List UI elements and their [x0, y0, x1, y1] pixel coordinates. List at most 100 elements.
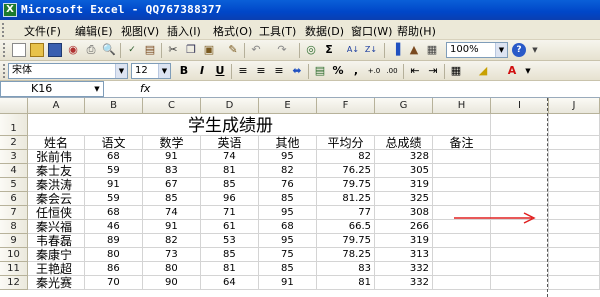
score-cell[interactable]: 91	[85, 178, 143, 192]
font-size-dropdown-icon[interactable]: ▼	[158, 64, 170, 78]
chart-wizard-icon[interactable]: ▐	[389, 43, 403, 57]
score-cell[interactable]: 85	[143, 192, 201, 206]
score-cell[interactable]: 81	[201, 164, 259, 178]
row-header-3[interactable]: 3	[0, 150, 28, 164]
cell[interactable]	[549, 276, 600, 290]
score-cell[interactable]: 305	[375, 164, 433, 178]
score-cell[interactable]: 328	[375, 150, 433, 164]
sort-descending-icon[interactable]: Z↓	[364, 43, 378, 57]
score-cell[interactable]: 53	[201, 234, 259, 248]
help-icon[interactable]: ?	[512, 43, 526, 57]
cell[interactable]	[549, 262, 600, 276]
font-color-icon[interactable]: A	[505, 64, 519, 78]
merge-center-icon[interactable]: ⬌	[290, 64, 304, 78]
cell[interactable]	[549, 220, 600, 234]
copy-icon[interactable]: ❐	[184, 43, 198, 57]
score-cell[interactable]: 79.75	[317, 178, 375, 192]
score-cell[interactable]: 313	[375, 248, 433, 262]
score-cell[interactable]: 80	[143, 262, 201, 276]
underline-button[interactable]: U	[213, 64, 227, 78]
column-header-b[interactable]: B	[85, 98, 143, 114]
cell[interactable]	[491, 262, 549, 276]
menu-view[interactable]: 视图(V)	[121, 23, 159, 39]
score-cell[interactable]: 59	[85, 164, 143, 178]
score-cell[interactable]: 66.5	[317, 220, 375, 234]
decrease-decimal-icon[interactable]: .00	[385, 64, 399, 78]
score-cell[interactable]: 91	[259, 276, 317, 290]
new-icon[interactable]	[12, 43, 26, 57]
menu-insert[interactable]: 插入(I)	[167, 23, 201, 39]
score-cell[interactable]: 91	[143, 150, 201, 164]
comma-button[interactable]: ,	[349, 64, 363, 78]
student-name-cell[interactable]: 秦洪涛	[28, 178, 85, 192]
worksheet-grid[interactable]: ABCDEFGHIJ 1 2 3 4 5 6 7 8 9 10 11 12 学生成绩册 姓名 语文 数学 英语…	[0, 98, 600, 297]
cell[interactable]	[549, 136, 600, 150]
cell[interactable]	[491, 136, 549, 150]
increase-indent-icon[interactable]: ⇥	[426, 64, 440, 78]
student-name-cell[interactable]: 张前伟	[28, 150, 85, 164]
row-header-5[interactable]: 5	[0, 178, 28, 192]
cell[interactable]	[549, 178, 600, 192]
cut-icon[interactable]: ✂	[166, 43, 180, 57]
toolbar-grip-icon[interactable]	[3, 64, 7, 78]
score-cell[interactable]: 83	[143, 164, 201, 178]
cell[interactable]	[491, 276, 549, 290]
menu-grip-icon[interactable]	[2, 23, 12, 37]
score-cell[interactable]: 71	[201, 206, 259, 220]
score-cell[interactable]: 89	[85, 234, 143, 248]
cell[interactable]	[549, 164, 600, 178]
name-box[interactable]: K16 ▼	[0, 81, 104, 97]
score-cell[interactable]: 85	[259, 192, 317, 206]
align-center-icon[interactable]: ≡	[254, 64, 268, 78]
cell[interactable]	[491, 234, 549, 248]
cell[interactable]	[549, 150, 600, 164]
score-cell[interactable]: 68	[85, 206, 143, 220]
column-heading[interactable]: 英语	[201, 136, 259, 150]
score-cell[interactable]: 61	[201, 220, 259, 234]
row-header-11[interactable]: 11	[0, 262, 28, 276]
score-cell[interactable]: 308	[375, 206, 433, 220]
drawing-icon[interactable]: ▲	[407, 43, 421, 57]
score-cell[interactable]: 76	[259, 178, 317, 192]
align-left-icon[interactable]: ≡	[236, 64, 250, 78]
column-heading[interactable]: 备注	[433, 136, 491, 150]
cell[interactable]	[549, 206, 600, 220]
menu-edit[interactable]: 编辑(E)	[75, 23, 113, 39]
italic-button[interactable]: I	[195, 64, 209, 78]
print-icon[interactable]: ⎙	[84, 43, 98, 57]
score-cell[interactable]: 85	[201, 178, 259, 192]
cell[interactable]	[433, 262, 491, 276]
score-cell[interactable]: 67	[143, 178, 201, 192]
print-preview-icon[interactable]: 🔍	[102, 43, 116, 57]
menu-file[interactable]: 文件(F)	[24, 23, 61, 39]
score-cell[interactable]: 90	[143, 276, 201, 290]
name-box-dropdown-icon[interactable]: ▼	[91, 82, 103, 96]
toolbar-grip-icon[interactable]	[3, 43, 7, 57]
permission-icon[interactable]: ◉	[66, 43, 80, 57]
column-header-i[interactable]: I	[491, 98, 549, 114]
row-header-1[interactable]: 1	[0, 114, 28, 136]
column-header-a[interactable]: A	[28, 98, 85, 114]
format-painter-icon[interactable]: ✎	[226, 43, 240, 57]
row-header-4[interactable]: 4	[0, 164, 28, 178]
bold-button[interactable]: B	[177, 64, 191, 78]
align-right-icon[interactable]: ≡	[272, 64, 286, 78]
student-name-cell[interactable]: 秦会云	[28, 192, 85, 206]
column-header-e[interactable]: E	[259, 98, 317, 114]
score-cell[interactable]: 80	[85, 248, 143, 262]
column-heading[interactable]: 总成绩	[375, 136, 433, 150]
help-dropdown-icon[interactable]: ▼	[528, 43, 542, 57]
score-cell[interactable]: 68	[259, 220, 317, 234]
score-cell[interactable]: 95	[259, 206, 317, 220]
cell[interactable]	[433, 192, 491, 206]
cell[interactable]	[433, 178, 491, 192]
score-cell[interactable]: 86	[85, 262, 143, 276]
student-name-cell[interactable]: 秦光赛	[28, 276, 85, 290]
menu-window[interactable]: 窗口(W)	[351, 23, 392, 39]
column-heading[interactable]: 姓名	[28, 136, 85, 150]
score-cell[interactable]: 74	[143, 206, 201, 220]
row-header-7[interactable]: 7	[0, 206, 28, 220]
student-name-cell[interactable]: 秦康宁	[28, 248, 85, 262]
menu-help[interactable]: 帮助(H)	[397, 23, 436, 39]
cell[interactable]	[433, 114, 491, 136]
